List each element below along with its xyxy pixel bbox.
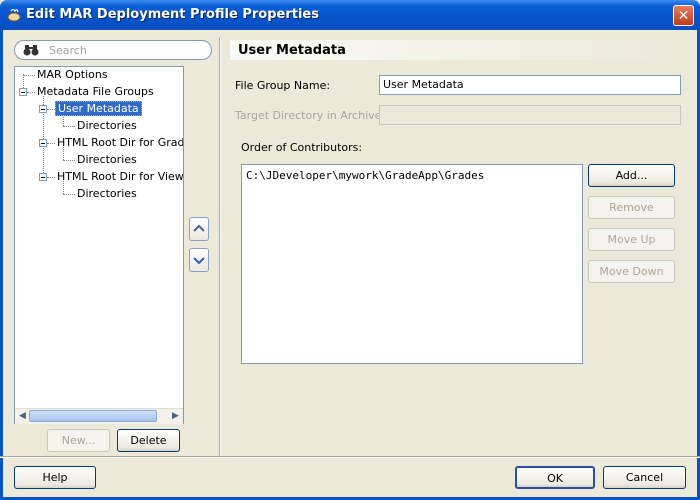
- new-button[interactable]: New...: [47, 429, 110, 452]
- section-title: User Metadata: [238, 43, 346, 58]
- collapse-icon[interactable]: [39, 139, 47, 147]
- tree-connector: [47, 177, 55, 178]
- tree-item-directories[interactable]: Directories: [77, 153, 137, 167]
- target-directory-label: Target Directory in Archive:: [235, 109, 386, 122]
- footer-separator: [0, 456, 700, 458]
- search-box[interactable]: Search: [14, 40, 212, 60]
- collapse-icon[interactable]: [19, 88, 27, 96]
- chevron-up-icon: [193, 224, 205, 232]
- app-icon: [7, 8, 21, 22]
- tree-connector: [23, 75, 35, 76]
- list-item[interactable]: C:\JDeveloper\mywork\GradeApp\Grades: [246, 169, 484, 182]
- close-button[interactable]: ✕: [673, 5, 694, 26]
- remove-button[interactable]: Remove: [588, 196, 675, 219]
- tree-item-metadata-file-groups[interactable]: Metadata File Groups: [37, 85, 154, 99]
- tree-item-label: Directories: [77, 119, 137, 132]
- horizontal-scrollbar[interactable]: ◀ ▶: [15, 408, 183, 424]
- tree-item-directories[interactable]: Directories: [77, 119, 137, 133]
- ok-button[interactable]: OK: [515, 466, 595, 489]
- contributors-list[interactable]: C:\JDeveloper\mywork\GradeApp\Grades: [241, 164, 583, 364]
- title-bar: Edit MAR Deployment Profile Properties ✕: [0, 0, 700, 30]
- tree-connector: [47, 109, 55, 110]
- order-of-contributors-label: Order of Contributors:: [241, 141, 363, 154]
- chevron-down-icon: [193, 257, 205, 265]
- tree-item-label: Directories: [77, 153, 137, 166]
- tree-connector: [63, 126, 75, 127]
- tree-item-html-root-dir-grades[interactable]: HTML Root Dir for Grades: [57, 136, 184, 150]
- file-group-name-field[interactable]: User Metadata: [379, 75, 681, 95]
- tree-connector: [63, 194, 75, 195]
- tree-item-label: Directories: [77, 187, 137, 200]
- tree-item-label: HTML Root Dir for ViewCor: [57, 170, 184, 183]
- binoculars-icon: [23, 45, 39, 56]
- move-down-button[interactable]: Move Down: [588, 260, 675, 283]
- tree-connector: [63, 160, 75, 161]
- move-down-node-button[interactable]: [189, 248, 209, 272]
- search-input[interactable]: Search: [49, 44, 87, 57]
- tree-item-mar-options[interactable]: MAR Options: [37, 68, 108, 82]
- help-button[interactable]: Help: [14, 466, 96, 489]
- tree-item-html-root-dir-viewcor[interactable]: HTML Root Dir for ViewCor: [57, 170, 184, 184]
- tree-item-label: User Metadata: [55, 101, 142, 116]
- move-up-button[interactable]: Move Up: [588, 228, 675, 251]
- window-title: Edit MAR Deployment Profile Properties: [26, 7, 319, 22]
- move-up-node-button[interactable]: [189, 217, 209, 241]
- tree-connector: [27, 92, 35, 93]
- collapse-icon[interactable]: [39, 173, 47, 181]
- vertical-separator: [219, 38, 221, 456]
- cancel-button[interactable]: Cancel: [603, 466, 686, 489]
- target-directory-field[interactable]: [379, 105, 681, 125]
- collapse-icon[interactable]: [39, 105, 47, 113]
- scrollbar-thumb[interactable]: [29, 410, 157, 422]
- tree-item-label: HTML Root Dir for Grades: [57, 136, 184, 149]
- tree-item-label: MAR Options: [37, 68, 108, 81]
- tree-item-directories[interactable]: Directories: [77, 187, 137, 201]
- tree-item-label: Metadata File Groups: [37, 85, 154, 98]
- section-header: User Metadata: [230, 40, 690, 60]
- file-group-name-label: File Group Name:: [235, 79, 331, 92]
- tree-connector: [47, 143, 55, 144]
- scroll-right-icon[interactable]: ▶: [168, 409, 183, 424]
- add-button[interactable]: Add...: [588, 164, 675, 187]
- navigation-tree[interactable]: MAR Options Metadata File Groups User Me…: [14, 66, 184, 424]
- scroll-left-icon[interactable]: ◀: [15, 409, 30, 424]
- tree-item-user-metadata[interactable]: User Metadata: [55, 101, 142, 116]
- delete-button[interactable]: Delete: [117, 429, 180, 452]
